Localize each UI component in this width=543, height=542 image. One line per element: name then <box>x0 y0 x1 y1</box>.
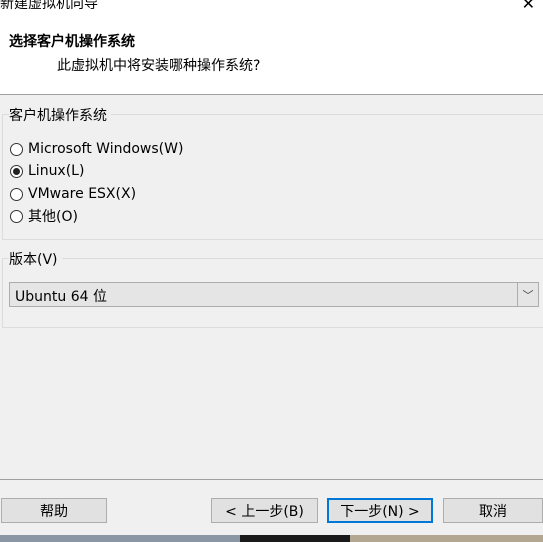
guest-os-label: 客户机操作系统 <box>9 105 111 125</box>
radio-windows[interactable]: Microsoft Windows(W) <box>10 139 183 159</box>
background-strip <box>0 535 543 542</box>
radio-linux-indicator[interactable] <box>10 164 23 178</box>
back-button[interactable]: < 上一步(B) <box>211 498 318 523</box>
cancel-button[interactable]: 取消 <box>443 498 543 523</box>
radio-linux[interactable]: Linux(L) <box>10 161 84 181</box>
version-select-value[interactable]: Ubuntu 64 位 <box>15 286 107 306</box>
next-button[interactable]: 下一步(N) > <box>327 498 433 523</box>
chevron-down-icon[interactable]: ﹀ <box>517 283 538 306</box>
close-icon[interactable]: ✕ <box>522 0 535 13</box>
page-title: 选择客户机操作系统 <box>9 34 135 50</box>
version-select[interactable]: Ubuntu 64 位 ﹀ <box>9 282 539 307</box>
help-button[interactable]: 帮助 <box>1 498 107 523</box>
version-label: 版本(V) <box>9 249 62 269</box>
radio-windows-indicator[interactable] <box>10 142 23 156</box>
radio-esx[interactable]: VMware ESX(X) <box>10 184 136 204</box>
wizard-header: 选择客户机操作系统 此虚拟机中将安装哪种操作系统? <box>0 18 543 95</box>
radio-esx-label[interactable]: VMware ESX(X) <box>28 186 136 202</box>
radio-esx-indicator[interactable] <box>10 187 23 201</box>
radio-linux-label[interactable]: Linux(L) <box>28 163 84 179</box>
radio-other-indicator[interactable] <box>10 209 23 223</box>
window-title: 新建虚拟机向导 <box>0 0 98 12</box>
footer-divider <box>0 479 543 480</box>
title-bar: 新建虚拟机向导 ✕ <box>0 0 543 18</box>
radio-other-label[interactable]: 其他(O) <box>28 206 78 226</box>
radio-windows-label[interactable]: Microsoft Windows(W) <box>28 141 183 157</box>
radio-other[interactable]: 其他(O) <box>10 206 78 226</box>
page-subtitle: 此虚拟机中将安装哪种操作系统? <box>57 58 261 74</box>
